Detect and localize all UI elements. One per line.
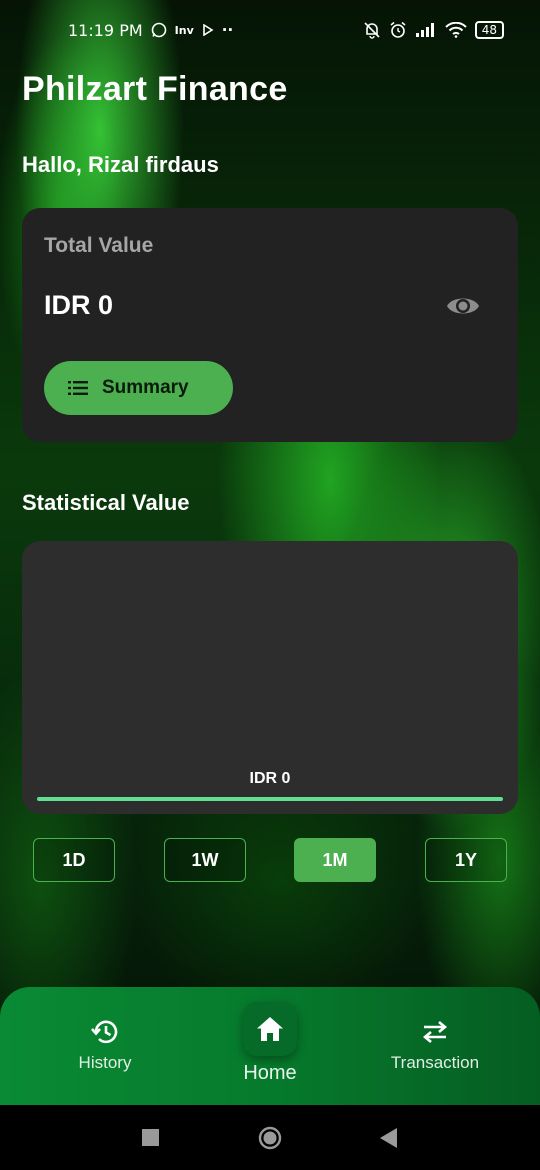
range-button-1y[interactable]: 1Y bbox=[425, 838, 507, 882]
nav-item-history[interactable]: History bbox=[55, 987, 155, 1105]
total-value-card: Total Value IDR 0 Summary bbox=[22, 208, 518, 442]
bottom-navigation: History Home Transaction bbox=[0, 987, 540, 1105]
nav-item-transaction[interactable]: Transaction bbox=[370, 987, 500, 1105]
greeting-text: Hallo, Rizal firdaus bbox=[22, 152, 219, 177]
app-title: Philzart Finance bbox=[22, 70, 288, 108]
recents-square-icon[interactable] bbox=[142, 1129, 159, 1146]
swap-arrows-icon bbox=[422, 1021, 448, 1043]
statistical-value-title: Statistical Value bbox=[22, 490, 190, 515]
chart-line bbox=[37, 797, 503, 801]
signal-icon bbox=[415, 23, 434, 37]
status-bar: 11:19 PM Inv ·· 48 bbox=[0, 0, 540, 60]
list-icon bbox=[68, 381, 88, 395]
statistical-chart-card: IDR 0 bbox=[22, 541, 518, 814]
system-navigation-bar bbox=[0, 1105, 540, 1170]
range-selector: 1D 1W 1M 1Y bbox=[33, 838, 507, 882]
status-time: 11:19 PM bbox=[68, 20, 143, 40]
history-icon bbox=[91, 1020, 118, 1044]
battery-icon: 48 bbox=[474, 21, 504, 39]
bell-off-icon bbox=[364, 22, 380, 39]
back-triangle-icon[interactable] bbox=[380, 1128, 398, 1148]
summary-button[interactable]: Summary bbox=[44, 361, 233, 415]
nav-label-transaction: Transaction bbox=[390, 1053, 480, 1072]
range-button-1d[interactable]: 1D bbox=[33, 838, 115, 882]
eye-icon[interactable] bbox=[446, 292, 480, 320]
whatsapp-icon bbox=[151, 22, 166, 38]
range-button-1w[interactable]: 1W bbox=[164, 838, 246, 882]
home-button-bubble bbox=[243, 1002, 297, 1056]
home-icon bbox=[257, 1017, 283, 1041]
nav-label-history: History bbox=[78, 1053, 132, 1072]
chart-amount-label: IDR 0 bbox=[249, 770, 291, 787]
wifi-icon bbox=[445, 22, 467, 38]
range-button-1m[interactable]: 1M bbox=[294, 838, 376, 882]
home-circle-icon[interactable] bbox=[258, 1126, 282, 1150]
more-dots-icon: ·· bbox=[221, 21, 234, 39]
inv-icon: Inv bbox=[174, 23, 194, 37]
alarm-icon bbox=[390, 21, 406, 38]
nav-label-home: Home bbox=[243, 1062, 297, 1084]
nav-item-home[interactable]: Home bbox=[220, 987, 320, 1105]
summary-label: Summary bbox=[102, 377, 189, 398]
total-value-label: Total Value bbox=[44, 234, 154, 257]
play-icon bbox=[202, 24, 214, 36]
total-value-amount: IDR 0 bbox=[44, 290, 114, 320]
